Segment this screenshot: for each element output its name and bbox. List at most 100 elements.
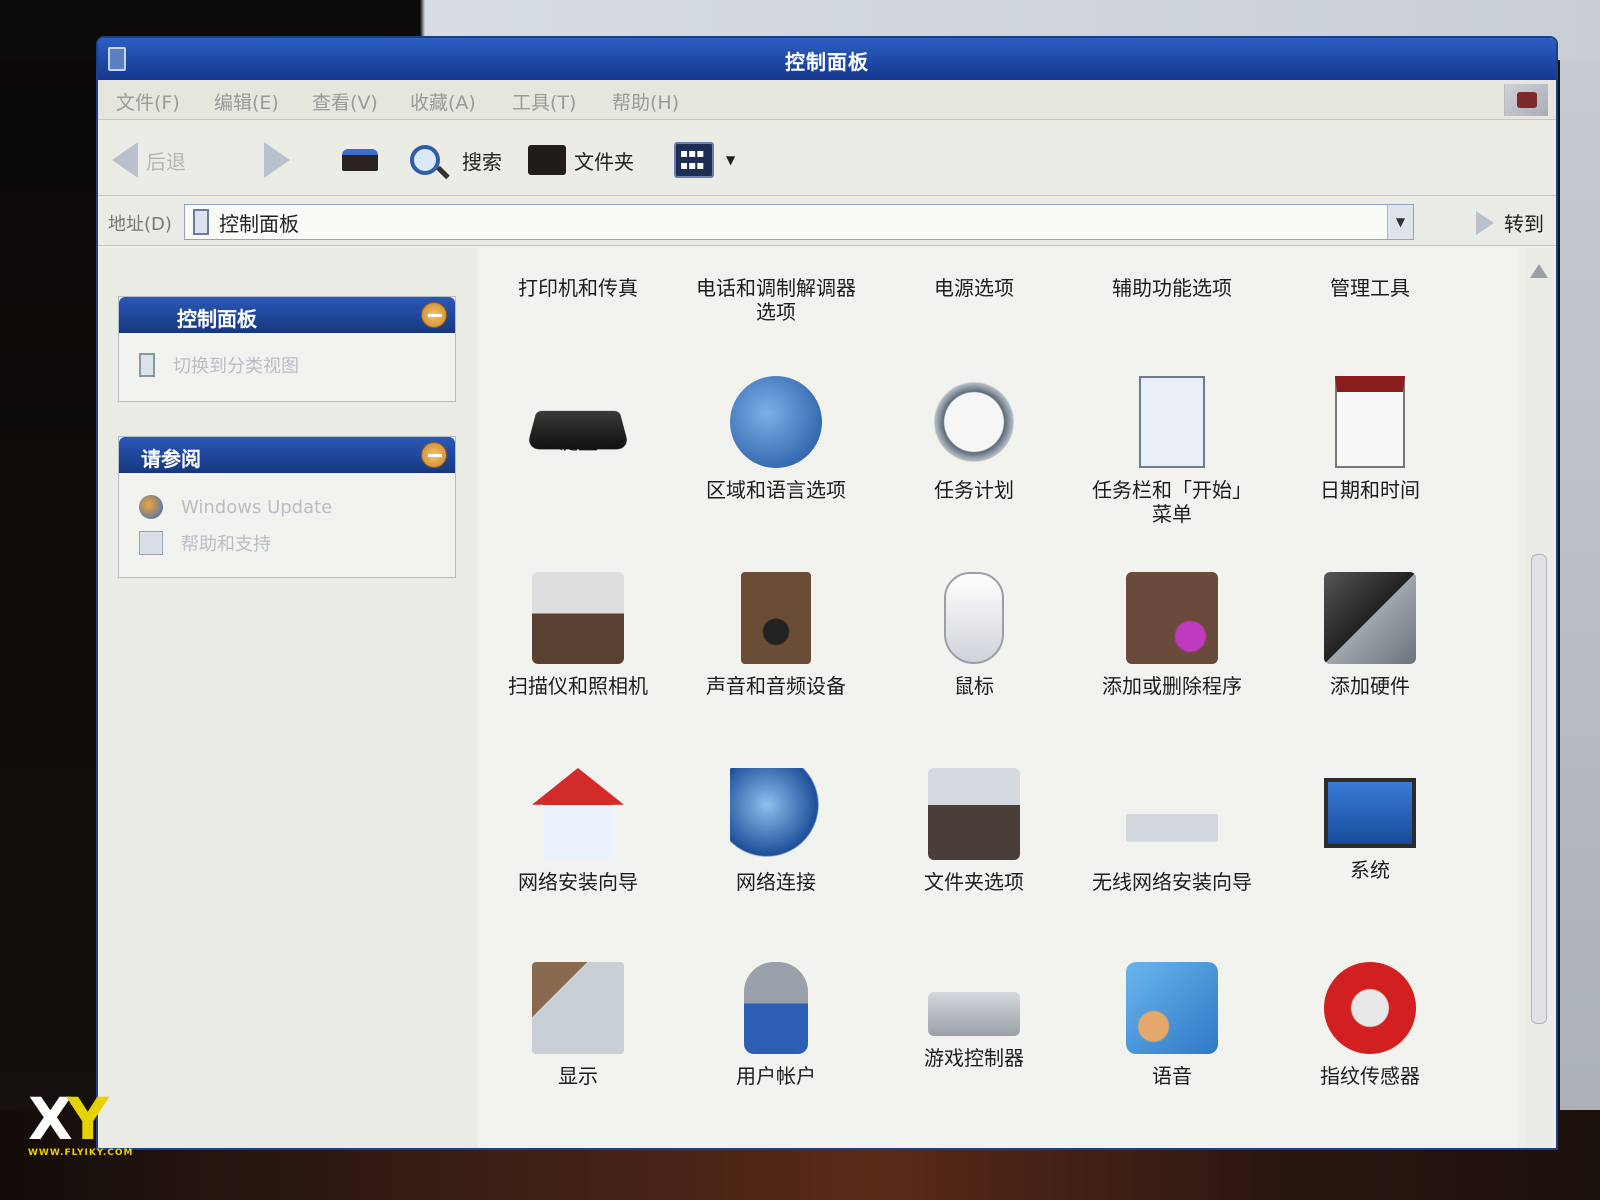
help-book-icon <box>139 531 163 555</box>
item-taskbar-start-menu[interactable]: 任务栏和「开始」 菜单 <box>1072 376 1272 526</box>
region-language-icon <box>730 376 822 468</box>
item-label: 电源选项 <box>934 276 1014 300</box>
item-label: 系统 <box>1350 858 1390 882</box>
item-scheduled-tasks[interactable]: 任务计划 <box>874 376 1074 502</box>
background-left <box>0 0 98 1200</box>
item-label: 声音和音频设备 <box>706 674 846 698</box>
window-title: 控制面板 <box>785 50 869 74</box>
item-label: 电话和调制解调器 选项 <box>696 276 856 324</box>
sound-audio-icon <box>741 572 811 664</box>
see-also-panel-header[interactable]: 请参阅 <box>119 437 455 473</box>
date-time-icon <box>1335 376 1405 468</box>
item-label: 游戏控制器 <box>924 1046 1024 1070</box>
search-label: 搜索 <box>462 149 502 174</box>
scroll-thumb[interactable] <box>1531 554 1547 1024</box>
views-button[interactable]: ▼ <box>674 140 735 180</box>
item-add-hardware[interactable]: 添加硬件 <box>1270 572 1470 698</box>
see-also-panel: 请参阅 Windows Update 帮助和支持 <box>118 436 456 578</box>
item-label: 辅助功能选项 <box>1112 276 1232 300</box>
item-label: 添加或删除程序 <box>1102 674 1242 698</box>
control-panel-window: 控制面板 文件(F) 编辑(E) 查看(V) 收藏(A) 工具(T) 帮助(H)… <box>96 36 1558 1150</box>
item-accessibility[interactable]: 辅助功能选项 <box>1072 276 1272 300</box>
network-connections-icon <box>730 768 822 860</box>
control-panel-panel-title: 控制面板 <box>177 307 257 331</box>
address-dropdown-icon[interactable]: ▼ <box>1387 205 1413 239</box>
scroll-up-icon[interactable] <box>1530 264 1548 278</box>
item-game-controllers[interactable]: 游戏控制器 <box>874 962 1074 1070</box>
item-region-language[interactable]: 区域和语言选项 <box>676 376 876 502</box>
item-label: 文件夹选项 <box>924 870 1024 894</box>
item-label: 显示 <box>558 1064 598 1088</box>
menu-favorites[interactable]: 收藏(A) <box>410 88 476 115</box>
switch-category-view-label: 切换到分类视图 <box>173 356 299 377</box>
vertical-scrollbar[interactable] <box>1526 248 1552 1148</box>
go-label: 转到 <box>1504 212 1544 236</box>
folders-button[interactable]: 文件夹 <box>528 140 634 180</box>
item-wireless-network[interactable]: 无线网络安装向导 <box>1072 768 1272 894</box>
folders-label: 文件夹 <box>574 149 634 174</box>
item-sounds-audio[interactable]: 声音和音频设备 <box>676 572 876 698</box>
menu-edit[interactable]: 编辑(E) <box>214 88 279 115</box>
scheduled-tasks-icon <box>928 376 1020 468</box>
item-fingerprint-sensor[interactable]: 指纹传感器 <box>1270 962 1470 1088</box>
menu-view[interactable]: 查看(V) <box>312 88 378 115</box>
views-icon <box>674 142 714 178</box>
windows-update-label: Windows Update <box>181 496 333 518</box>
menu-tools[interactable]: 工具(T) <box>512 88 576 115</box>
item-network-setup[interactable]: 网络安装向导 <box>478 768 678 894</box>
windows-logo-icon <box>1504 84 1548 116</box>
item-date-time[interactable]: 日期和时间 <box>1270 376 1470 502</box>
help-support-link[interactable]: 帮助和支持 <box>119 525 455 561</box>
back-button[interactable]: 后退 <box>112 140 186 180</box>
task-pane: 控制面板 切换到分类视图 请参阅 Windows Update 帮助和支持 <box>98 248 478 1148</box>
item-label: 网络安装向导 <box>518 870 638 894</box>
item-label: 用户帐户 <box>736 1064 816 1088</box>
windows-update-link[interactable]: Windows Update <box>119 489 455 525</box>
item-scanners-cameras[interactable]: 扫描仪和照相机 <box>478 572 678 698</box>
item-phone-modem[interactable]: 电话和调制解调器 选项 <box>676 276 876 324</box>
control-panel-task-panel: 控制面板 切换到分类视图 <box>118 296 456 402</box>
up-folder-button[interactable] <box>342 140 386 180</box>
folder-options-icon <box>928 768 1020 860</box>
switch-category-view-link[interactable]: 切换到分类视图 <box>119 347 455 383</box>
speech-icon <box>1126 962 1218 1054</box>
item-mouse[interactable]: 鼠标 <box>874 572 1074 698</box>
item-display[interactable]: 显示 <box>478 962 678 1088</box>
item-label: 管理工具 <box>1330 276 1410 300</box>
item-folder-options[interactable]: 文件夹选项 <box>874 768 1074 894</box>
item-system[interactable]: 系统 <box>1270 768 1470 882</box>
keyboard-icon <box>526 410 630 450</box>
menu-bar: 文件(F) 编辑(E) 查看(V) 收藏(A) 工具(T) 帮助(H) <box>98 80 1556 120</box>
item-power-options[interactable]: 电源选项 <box>874 276 1074 300</box>
item-label: 任务栏和「开始」 菜单 <box>1092 478 1252 526</box>
control-panel-small-icon <box>139 353 155 377</box>
item-user-accounts[interactable]: 用户帐户 <box>676 962 876 1088</box>
item-label: 无线网络安装向导 <box>1092 870 1252 894</box>
views-dropdown-icon: ▼ <box>726 153 736 167</box>
watermark-url: WWW.FLYIKY.COM <box>28 1148 134 1158</box>
up-folder-icon <box>342 149 378 171</box>
item-add-remove-programs[interactable]: 添加或删除程序 <box>1072 572 1272 698</box>
title-bar[interactable]: 控制面板 <box>98 38 1556 80</box>
collapse-icon[interactable] <box>421 442 447 468</box>
toolbar: 后退 搜索 文件夹 ▼ <box>98 120 1556 196</box>
item-printers-faxes[interactable]: 打印机和传真 <box>478 276 678 300</box>
item-network-connections[interactable]: 网络连接 <box>676 768 876 894</box>
forward-button[interactable] <box>264 140 298 180</box>
item-keyboard[interactable]: 键盘 <box>478 376 678 454</box>
watermark-logo: XY <box>28 1085 109 1153</box>
address-input[interactable]: 控制面板 ▼ <box>184 204 1414 240</box>
go-button[interactable]: 转到 <box>1476 208 1544 237</box>
item-speech[interactable]: 语音 <box>1072 962 1272 1088</box>
item-admin-tools[interactable]: 管理工具 <box>1270 276 1470 300</box>
menu-file[interactable]: 文件(F) <box>116 88 180 115</box>
see-also-panel-title: 请参阅 <box>141 447 201 471</box>
add-remove-programs-icon <box>1126 572 1218 664</box>
control-panel-panel-header[interactable]: 控制面板 <box>119 297 455 333</box>
collapse-icon[interactable] <box>421 302 447 328</box>
address-control-panel-icon <box>193 209 209 235</box>
display-icon <box>532 962 624 1054</box>
search-button[interactable]: 搜索 <box>410 140 502 180</box>
menu-help[interactable]: 帮助(H) <box>612 88 679 115</box>
go-arrow-icon <box>1476 210 1494 235</box>
